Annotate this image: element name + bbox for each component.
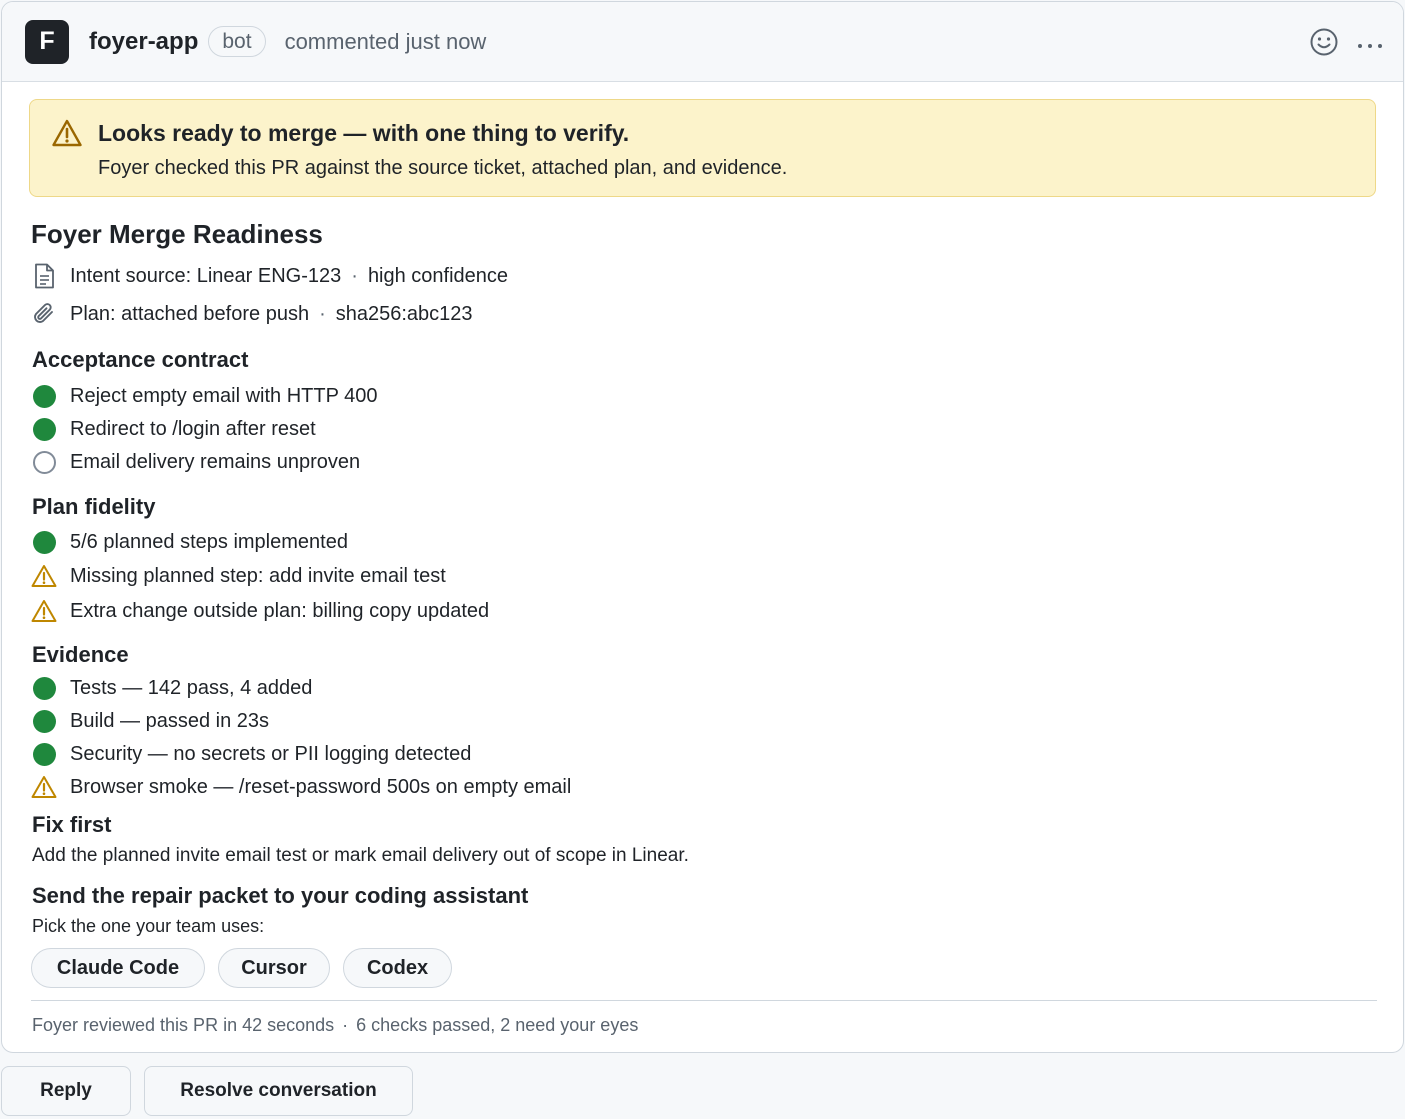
acceptance-item: Email delivery remains unproven xyxy=(31,447,360,477)
plan-fidelity-text: 5/6 planned steps implemented xyxy=(70,530,348,553)
footer-divider xyxy=(31,1000,1377,1001)
plan-fidelity-text: Extra change outside plan: billing copy … xyxy=(70,599,490,622)
evidence-item: Build — passed in 23s xyxy=(31,706,269,736)
bot-comment: F foyer-app bot commented just now Looks… xyxy=(1,1,1404,1053)
checks-summary: 6 checks passed, 2 need your eyes xyxy=(356,1015,639,1035)
plan-fidelity-text: Missing planned step: add invite email t… xyxy=(70,564,446,587)
banner-title: Looks ready to merge — with one thing to… xyxy=(98,120,630,146)
check-passed-icon xyxy=(32,709,56,733)
cursor-button[interactable]: Cursor xyxy=(218,948,330,988)
intent-source-row: Intent source: Linear ENG-123 · high con… xyxy=(31,261,508,291)
author-name[interactable]: foyer-app xyxy=(89,28,198,56)
plan-row: Plan: attached before push · sha256:abc1… xyxy=(31,299,473,329)
paperclip-icon xyxy=(31,301,57,327)
file-icon xyxy=(31,263,57,289)
acceptance-item-text: Reject empty email with HTTP 400 xyxy=(70,384,378,407)
evidence-text: Tests — 142 pass, 4 added xyxy=(70,676,313,699)
evidence-title: Evidence xyxy=(32,642,129,667)
resolve-conversation-button[interactable]: Resolve conversation xyxy=(144,1066,413,1116)
plan-label[interactable]: Plan: attached before push xyxy=(70,303,309,326)
codex-button[interactable]: Codex xyxy=(343,948,452,988)
acceptance-item-text: Redirect to /login after reset xyxy=(70,417,316,440)
kebab-icon[interactable] xyxy=(1355,30,1385,60)
warning-icon xyxy=(31,776,57,798)
plan-fidelity-item: Extra change outside plan: billing copy … xyxy=(31,596,489,626)
warning-icon xyxy=(31,600,57,622)
intent-source-label[interactable]: Intent source: Linear ENG-123 xyxy=(70,265,341,288)
repair-packet-title: Send the repair packet to your coding as… xyxy=(32,883,529,908)
plan-fidelity-item: 5/6 planned steps implemented xyxy=(31,527,348,557)
evidence-item: Tests — 142 pass, 4 added xyxy=(31,673,312,703)
acceptance-item-text: Email delivery remains unproven xyxy=(70,450,361,473)
comment-timestamp[interactable]: commented just now xyxy=(285,29,487,55)
bot-badge: bot xyxy=(208,26,266,57)
repair-packet-subtitle: Pick the one your team uses: xyxy=(32,916,265,936)
acceptance-item: Reject empty email with HTTP 400 xyxy=(31,381,378,411)
check-passed-icon xyxy=(32,530,56,554)
check-passed-icon xyxy=(32,676,56,700)
evidence-item: Security — no secrets or PII logging det… xyxy=(31,739,471,769)
readiness-title: Foyer Merge Readiness xyxy=(31,219,323,249)
plan-fidelity-title: Plan fidelity xyxy=(32,494,156,519)
fix-first-text: Add the planned invite email test or mar… xyxy=(32,845,689,866)
claude-code-button[interactable]: Claude Code xyxy=(31,948,205,988)
evidence-text: Browser smoke — /reset-password 500s on … xyxy=(70,775,572,798)
acceptance-item: Redirect to /login after reset xyxy=(31,414,316,444)
smiley-icon[interactable] xyxy=(1309,27,1339,57)
reply-button[interactable]: Reply xyxy=(1,1066,131,1116)
check-passed-icon xyxy=(32,384,56,408)
check-passed-icon xyxy=(32,742,56,766)
warning-icon xyxy=(52,119,82,147)
comment-header: F foyer-app bot commented just now xyxy=(2,2,1403,82)
warning-icon xyxy=(31,565,57,587)
avatar[interactable]: F xyxy=(25,19,69,64)
pending-circle-icon xyxy=(32,450,56,474)
fix-first-title: Fix first xyxy=(32,812,112,837)
evidence-item: Browser smoke — /reset-password 500s on … xyxy=(31,772,571,802)
acceptance-title: Acceptance contract xyxy=(32,347,249,372)
merge-readiness-banner: Looks ready to merge — with one thing to… xyxy=(29,99,1376,197)
review-summary: Foyer reviewed this PR in 42 seconds · 6 c… xyxy=(32,1015,639,1035)
evidence-text: Build — passed in 23s xyxy=(70,709,270,732)
plan-sha: sha256:abc123 xyxy=(335,302,473,325)
check-passed-icon xyxy=(32,417,56,441)
banner-subtitle: Foyer checked this PR against the source… xyxy=(98,157,788,179)
review-time: Foyer reviewed this PR in 42 seconds xyxy=(32,1015,335,1035)
intent-confidence: high confidence xyxy=(367,264,509,287)
plan-fidelity-item: Missing planned step: add invite email t… xyxy=(31,561,446,591)
evidence-text: Security — no secrets or PII logging det… xyxy=(70,742,472,765)
